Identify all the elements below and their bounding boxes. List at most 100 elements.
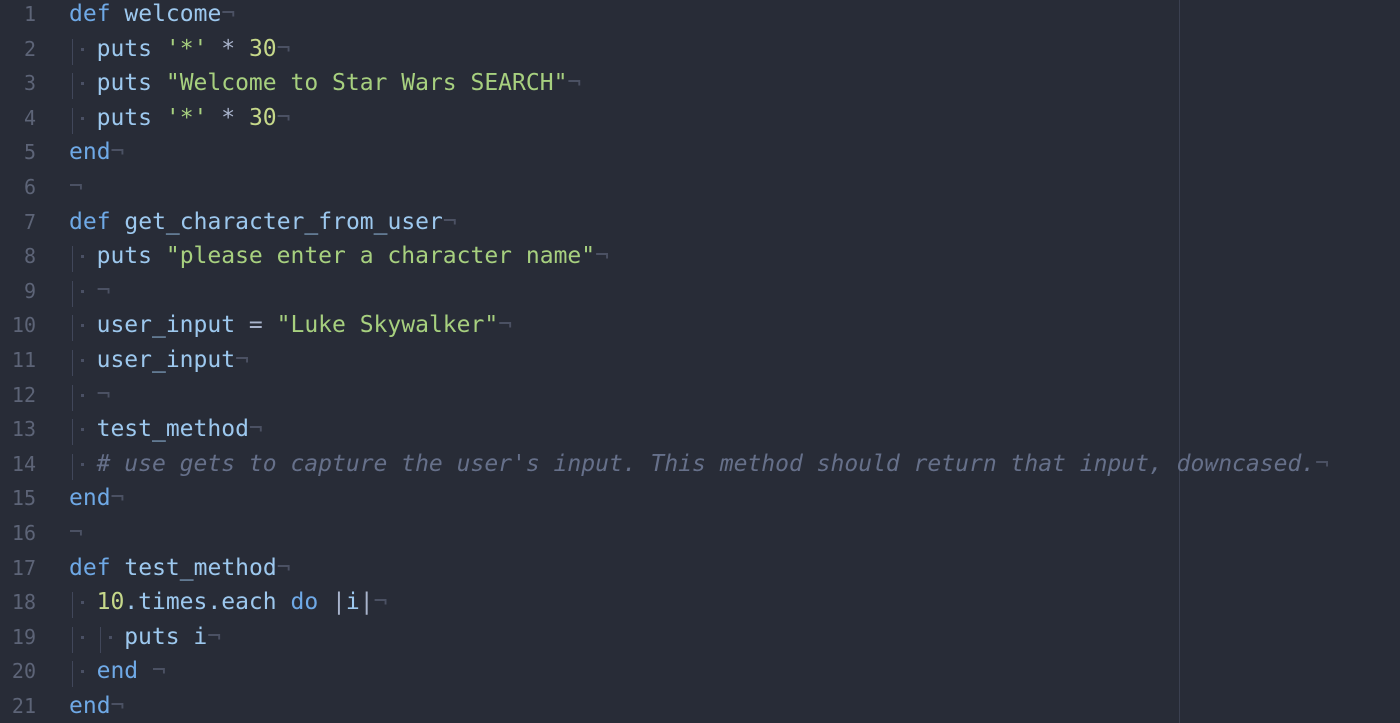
- indent-guide: [69, 623, 97, 653]
- code-token: 10: [96, 589, 125, 616]
- line-code[interactable]: user_input = "Luke Skywalker"¬: [69, 311, 512, 342]
- code-line[interactable]: 12 ¬: [0, 381, 1400, 416]
- line-code[interactable]: end¬: [69, 138, 124, 166]
- code-line[interactable]: 9 ¬: [0, 277, 1400, 312]
- eol-marker: ¬: [567, 70, 582, 97]
- code-token: i: [179, 623, 208, 650]
- code-token: .times.each: [124, 589, 277, 616]
- line-number: 2: [23, 36, 36, 61]
- code-line[interactable]: 8 puts "please enter a character name"¬: [0, 242, 1400, 277]
- eol-marker: ¬: [152, 658, 166, 685]
- code-token: end: [69, 485, 111, 512]
- eol-marker: ¬: [595, 243, 609, 270]
- code-token: 30: [248, 104, 277, 131]
- code-line[interactable]: 11 user_input¬: [0, 346, 1400, 381]
- indent-guide: [69, 35, 97, 65]
- line-number: 1: [23, 2, 36, 26]
- line-number: 14: [11, 451, 36, 476]
- eol-marker: ¬: [221, 1, 236, 27]
- code-line[interactable]: 18 10.times.each do |i|¬: [0, 588, 1400, 623]
- code-line[interactable]: 3 puts "Welcome to Star Wars SEARCH"¬: [0, 69, 1400, 104]
- code-token: def: [69, 1, 111, 27]
- code-editor[interactable]: 1 def welcome¬ 2 puts '*' * 30¬ 3 puts "Welco…: [0, 0, 1400, 723]
- line-number: 9: [23, 278, 36, 303]
- line-code[interactable]: def get_character_from_user¬: [69, 208, 457, 236]
- eol-marker: ¬: [373, 589, 388, 616]
- code-lines[interactable]: 1 def welcome¬ 2 puts '*' * 30¬ 3 puts "Welco…: [0, 0, 1400, 723]
- code-line[interactable]: 13 test_method¬: [0, 415, 1400, 450]
- line-code[interactable]: puts '*' * 30¬: [69, 104, 291, 134]
- line-number: 21: [11, 693, 36, 718]
- eol-marker: ¬: [442, 208, 457, 235]
- line-code[interactable]: puts i¬: [69, 623, 222, 653]
- line-code[interactable]: puts "please enter a character name"¬: [69, 242, 609, 273]
- line-number: 4: [23, 105, 36, 130]
- code-line[interactable]: 4 puts '*' * 30¬: [0, 104, 1400, 139]
- code-line[interactable]: 7 def get_character_from_user¬: [0, 208, 1400, 243]
- code-line[interactable]: 15 end¬: [0, 484, 1400, 519]
- code-token: i: [345, 589, 360, 616]
- code-token: |: [318, 589, 346, 616]
- code-token: # use gets to capture the user's input. …: [96, 450, 1316, 477]
- eol-marker: ¬: [248, 416, 263, 443]
- line-number: 19: [11, 624, 36, 649]
- code-line[interactable]: 20 end ¬: [0, 657, 1400, 692]
- indent-guide: [97, 623, 125, 653]
- indent-guide: [69, 311, 97, 342]
- code-token: user_input: [96, 346, 236, 373]
- code-token: end: [69, 692, 111, 719]
- line-code[interactable]: def test_method¬: [69, 554, 291, 582]
- code-line[interactable]: 14 # use gets to capture the user's input…: [0, 450, 1400, 485]
- indent-guide: [69, 657, 97, 688]
- code-line[interactable]: 2 puts '*' * 30¬: [0, 35, 1400, 70]
- line-code[interactable]: test_method¬: [69, 415, 263, 446]
- code-token: "Welcome to Star Wars SEARCH": [165, 70, 568, 97]
- code-token: "Luke Skywalker": [276, 312, 499, 339]
- code-token: "please enter a character name": [165, 243, 596, 270]
- code-line[interactable]: 16 ¬: [0, 519, 1400, 554]
- indent-guide: [69, 450, 97, 480]
- indent-guide: [69, 381, 97, 411]
- line-number: 10: [11, 313, 36, 338]
- indent-guide: [69, 588, 97, 619]
- line-code[interactable]: end¬: [69, 692, 124, 720]
- code-line[interactable]: 10 user_input = "Luke Skywalker"¬: [0, 311, 1400, 346]
- line-code[interactable]: end¬: [69, 484, 124, 512]
- line-code[interactable]: def welcome¬: [69, 0, 235, 28]
- line-code[interactable]: ¬: [69, 277, 111, 307]
- line-code[interactable]: ¬: [69, 519, 83, 547]
- line-code[interactable]: 10.times.each do |i|¬: [69, 588, 388, 619]
- line-number: 7: [23, 209, 36, 234]
- line-number: 8: [23, 244, 36, 269]
- eol-marker: ¬: [96, 277, 111, 304]
- eol-marker: ¬: [96, 381, 111, 408]
- eol-marker: ¬: [110, 139, 125, 166]
- code-token: puts: [96, 243, 152, 270]
- line-number: 12: [11, 382, 36, 407]
- line-code[interactable]: # use gets to capture the user's input. …: [69, 450, 1329, 480]
- line-code[interactable]: ¬: [69, 173, 83, 201]
- line-number: 20: [11, 659, 36, 684]
- line-code[interactable]: end ¬: [69, 657, 166, 688]
- line-code[interactable]: ¬: [69, 381, 111, 411]
- eol-marker: ¬: [276, 104, 291, 131]
- code-line[interactable]: 19 puts i¬: [0, 623, 1400, 658]
- eol-marker: ¬: [207, 623, 222, 650]
- indent-guide: [69, 104, 97, 134]
- code-token: *: [207, 35, 249, 62]
- line-code[interactable]: user_input¬: [69, 346, 249, 376]
- line-code[interactable]: puts "Welcome to Star Wars SEARCH"¬: [69, 69, 582, 100]
- code-line[interactable]: 6 ¬: [0, 173, 1400, 208]
- code-token: puts: [124, 623, 180, 650]
- code-line[interactable]: 17 def test_method¬: [0, 554, 1400, 589]
- line-number: 13: [11, 417, 36, 442]
- code-line[interactable]: 1 def welcome¬: [0, 0, 1400, 35]
- line-code[interactable]: puts '*' * 30¬: [69, 35, 291, 65]
- code-line[interactable]: 21 end¬: [0, 692, 1400, 723]
- indent-guide: [69, 415, 97, 446]
- code-token: 30: [248, 35, 277, 62]
- code-line[interactable]: 5 end¬: [0, 138, 1400, 173]
